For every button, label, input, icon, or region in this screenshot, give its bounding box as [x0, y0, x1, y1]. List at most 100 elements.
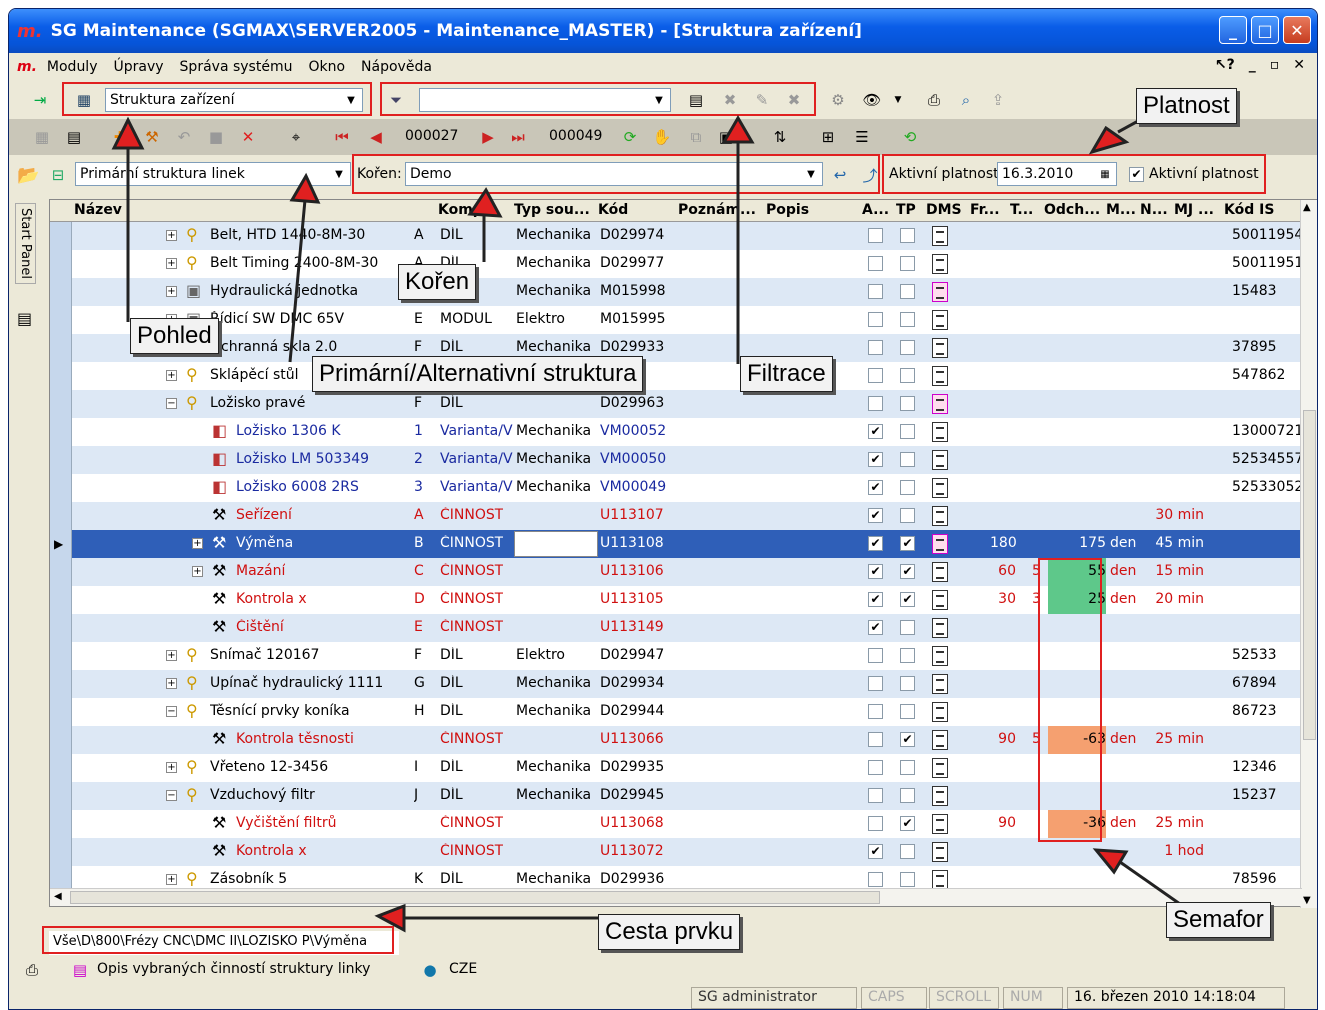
table-row[interactable]: +▣Hydraulická jednotkaADÍLMechanikaM0159… — [50, 278, 1302, 306]
active-checkbox[interactable] — [868, 340, 883, 355]
table-row[interactable]: − ⚲ Těsnící prvky koníka H DÍL Mechanika D0299… — [50, 698, 1302, 726]
row-selector[interactable] — [50, 670, 72, 698]
tp-checkbox[interactable] — [900, 424, 915, 439]
tp-checkbox[interactable] — [900, 760, 915, 775]
col-komp[interactable]: Komp — [438, 202, 483, 218]
form-icon[interactable]: ▤ — [63, 126, 85, 148]
active-checkbox[interactable] — [868, 256, 883, 271]
prev-record-icon[interactable]: ◀ — [365, 126, 387, 148]
table-row[interactable]: + ⚲ Belt, HTD 1440-8M-30 A DÍL Mechanika D0299… — [50, 222, 1303, 250]
table-row[interactable]: + ⚲ Snímač 120167 F DÍL Elektro D029947 52533 — [50, 642, 1302, 670]
table-row[interactable]: +⚲Ochranná skla 2.0FDÍLMechanikaD0299333… — [50, 334, 1302, 362]
row-selector[interactable] — [50, 810, 72, 838]
table-row[interactable]: − ⚲ Vzduchový filtr J DÍL Mechanika D029945 152… — [50, 782, 1302, 810]
tp-checkbox[interactable] — [900, 872, 915, 887]
report-icon[interactable]: ▤ — [69, 959, 91, 981]
tp-checkbox[interactable] — [900, 284, 915, 299]
col-fr[interactable]: Fr... — [970, 202, 1000, 218]
document-icon[interactable] — [932, 366, 948, 386]
mdi-close-icon[interactable]: ✕ — [1293, 57, 1305, 73]
col-tp[interactable]: TP — [896, 202, 916, 218]
active-checkbox[interactable] — [868, 396, 883, 411]
table-row[interactable]: ◧ Ložisko 6008 2RS 3 Varianta/V Mechanika VM0… — [50, 474, 1303, 502]
row-selector[interactable] — [50, 390, 72, 418]
tools-icon[interactable]: ⚙ — [827, 89, 849, 111]
hand-icon[interactable]: ✋ — [651, 126, 673, 148]
active-checkbox[interactable] — [868, 816, 883, 831]
active-checkbox[interactable] — [868, 284, 883, 299]
document-icon[interactable] — [932, 870, 948, 890]
col-popis[interactable]: Popis — [766, 202, 809, 218]
document-icon[interactable] — [932, 506, 948, 526]
row-selector[interactable] — [50, 334, 72, 362]
col-kod[interactable]: Kód — [598, 202, 628, 218]
menu-moduly[interactable]: Moduly — [47, 59, 98, 75]
row-selector[interactable] — [50, 614, 72, 642]
tp-checkbox[interactable]: ✔ — [900, 564, 915, 579]
active-checkbox[interactable] — [868, 312, 883, 327]
table-row[interactable]: ⚒ Čištění E ČINNOST U113149 ✔ — [50, 614, 1302, 642]
active-checkbox[interactable] — [868, 676, 883, 691]
menu-upravy[interactable]: Úpravy — [114, 59, 164, 75]
menu-napoveda[interactable]: Nápověda — [361, 59, 432, 75]
col-dms[interactable]: DMS — [926, 202, 962, 218]
row-selector[interactable] — [50, 306, 72, 334]
collapse-icon[interactable]: − — [166, 398, 177, 409]
table-row[interactable]: +▣Řídicí SW DMC 65VEMODULElektroM015995 — [50, 306, 1302, 334]
print-icon[interactable]: ⎙ — [21, 959, 43, 981]
row-selector[interactable] — [50, 222, 72, 250]
find-icon[interactable]: ⌖ — [285, 126, 307, 148]
document-icon[interactable] — [932, 618, 948, 638]
active-checkbox[interactable]: ✔ — [868, 536, 883, 551]
col-n[interactable]: N... — [1140, 202, 1168, 218]
expand-icon[interactable]: + — [166, 762, 177, 773]
document-icon[interactable] — [932, 674, 948, 694]
row-selector[interactable] — [50, 558, 72, 586]
eye-icon[interactable]: 👁 — [861, 89, 883, 111]
document-icon[interactable] — [932, 310, 948, 330]
document-icon[interactable] — [932, 814, 948, 834]
row-selector[interactable] — [50, 754, 72, 782]
tp-checkbox[interactable] — [900, 312, 915, 327]
active-checkbox[interactable] — [868, 704, 883, 719]
tp-checkbox[interactable]: ✔ — [900, 732, 915, 747]
folder-icon[interactable]: 📂 — [17, 165, 39, 186]
document-icon[interactable] — [932, 786, 948, 806]
tp-checkbox[interactable] — [900, 228, 915, 243]
row-selector[interactable] — [50, 418, 72, 446]
table-row[interactable]: ⚒ Kontrola těsnosti ČINNOST U113066 ✔ 90 5 -63 d… — [50, 726, 1302, 754]
tp-checkbox[interactable]: ✔ — [900, 592, 915, 607]
tp-checkbox[interactable] — [900, 676, 915, 691]
tp-checkbox[interactable] — [900, 788, 915, 803]
row-selector[interactable] — [50, 250, 72, 278]
tp-checkbox[interactable] — [900, 256, 915, 271]
col-t[interactable]: T... — [1010, 202, 1033, 218]
table-row[interactable]: ◧ Ložisko LM 503349 2 Varianta/V Mechanika VM… — [50, 446, 1303, 474]
menu-okno[interactable]: Okno — [308, 59, 345, 75]
document-icon[interactable] — [932, 394, 948, 414]
mdi-restore-icon[interactable]: ▫ — [1270, 57, 1280, 73]
collapse-icon[interactable]: − — [166, 790, 177, 801]
active-checkbox[interactable] — [868, 368, 883, 383]
document-icon[interactable] — [932, 702, 948, 722]
table-row[interactable]: ⚒ Kontrola x ČINNOST U113072 ✔ 1 hod — [50, 838, 1302, 866]
document-icon[interactable] — [932, 478, 948, 498]
table-row[interactable]: ⚒ Seřízení A ČINNOST U113107 ✔ 30 min — [50, 502, 1302, 530]
row-selector[interactable] — [50, 474, 72, 502]
tp-checkbox[interactable] — [900, 508, 915, 523]
start-panel-tab[interactable]: Start Panel — [15, 203, 36, 284]
minimize-button[interactable]: _ — [1219, 16, 1247, 44]
document-icon[interactable] — [932, 758, 948, 778]
document-icon[interactable] — [932, 646, 948, 666]
tree-view-icon[interactable]: ⊞ — [817, 126, 839, 148]
document-icon[interactable] — [932, 338, 948, 358]
document-icon[interactable] — [932, 562, 948, 582]
document-icon[interactable] — [932, 422, 948, 442]
active-checkbox[interactable]: ✔ — [868, 452, 883, 467]
row-selector[interactable] — [50, 642, 72, 670]
active-checkbox[interactable]: ✔ — [868, 508, 883, 523]
chevron-down-icon[interactable]: ▼ — [330, 165, 348, 183]
document-icon[interactable] — [932, 254, 948, 274]
table-row[interactable]: ⚒ Vyčištění filtrů ČINNOST U113068 ✔ 90 -36 den… — [50, 810, 1302, 838]
tree-add-icon[interactable]: ⚒ — [141, 126, 163, 148]
